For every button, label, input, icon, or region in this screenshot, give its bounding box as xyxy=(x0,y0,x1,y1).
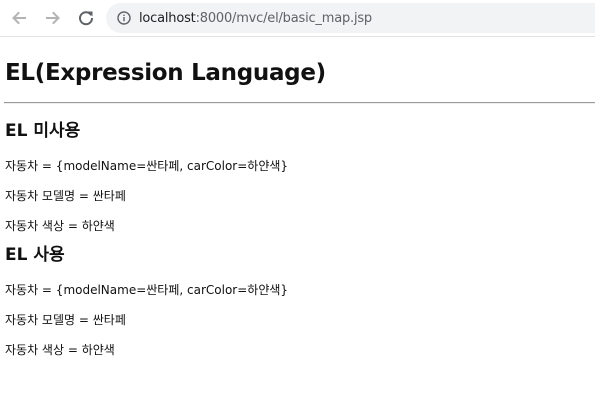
page-content: EL(Expression Language) EL 미사용 자동차 = {mo… xyxy=(4,36,595,359)
car-map-line: 자동차 = {modelName=싼타페, carColor=하얀색} xyxy=(5,159,289,173)
section-heading-el-used: EL 사용 xyxy=(5,245,65,265)
browser-toolbar: localhost:8000/mvc/el/basic_map.jsp xyxy=(0,0,595,37)
address-bar[interactable]: localhost:8000/mvc/el/basic_map.jsp xyxy=(106,3,595,33)
car-color-line: 자동차 색상 = 하얀색 xyxy=(5,219,115,233)
divider xyxy=(4,102,595,104)
car-map-line: 자동차 = {modelName=싼타페, carColor=하얀색} xyxy=(5,283,289,297)
forward-arrow-icon xyxy=(46,11,60,25)
url-text[interactable]: localhost:8000/mvc/el/basic_map.jsp xyxy=(139,11,372,26)
back-arrow-icon xyxy=(12,11,26,25)
reload-icon xyxy=(79,11,94,26)
forward-button[interactable] xyxy=(40,5,66,31)
reload-button[interactable] xyxy=(73,5,99,31)
section-heading-el-unused: EL 미사용 xyxy=(5,121,81,141)
back-button[interactable] xyxy=(6,5,32,31)
info-icon[interactable] xyxy=(117,11,131,25)
car-model-line: 자동차 모델명 = 싼타페 xyxy=(5,189,126,203)
car-color-line: 자동차 색상 = 하얀색 xyxy=(5,343,115,357)
page-title: EL(Expression Language) xyxy=(5,60,326,86)
car-model-line: 자동차 모델명 = 싼타페 xyxy=(5,313,126,327)
url-host: localhost xyxy=(139,10,196,26)
url-path: :8000/mvc/el/basic_map.jsp xyxy=(195,10,373,26)
